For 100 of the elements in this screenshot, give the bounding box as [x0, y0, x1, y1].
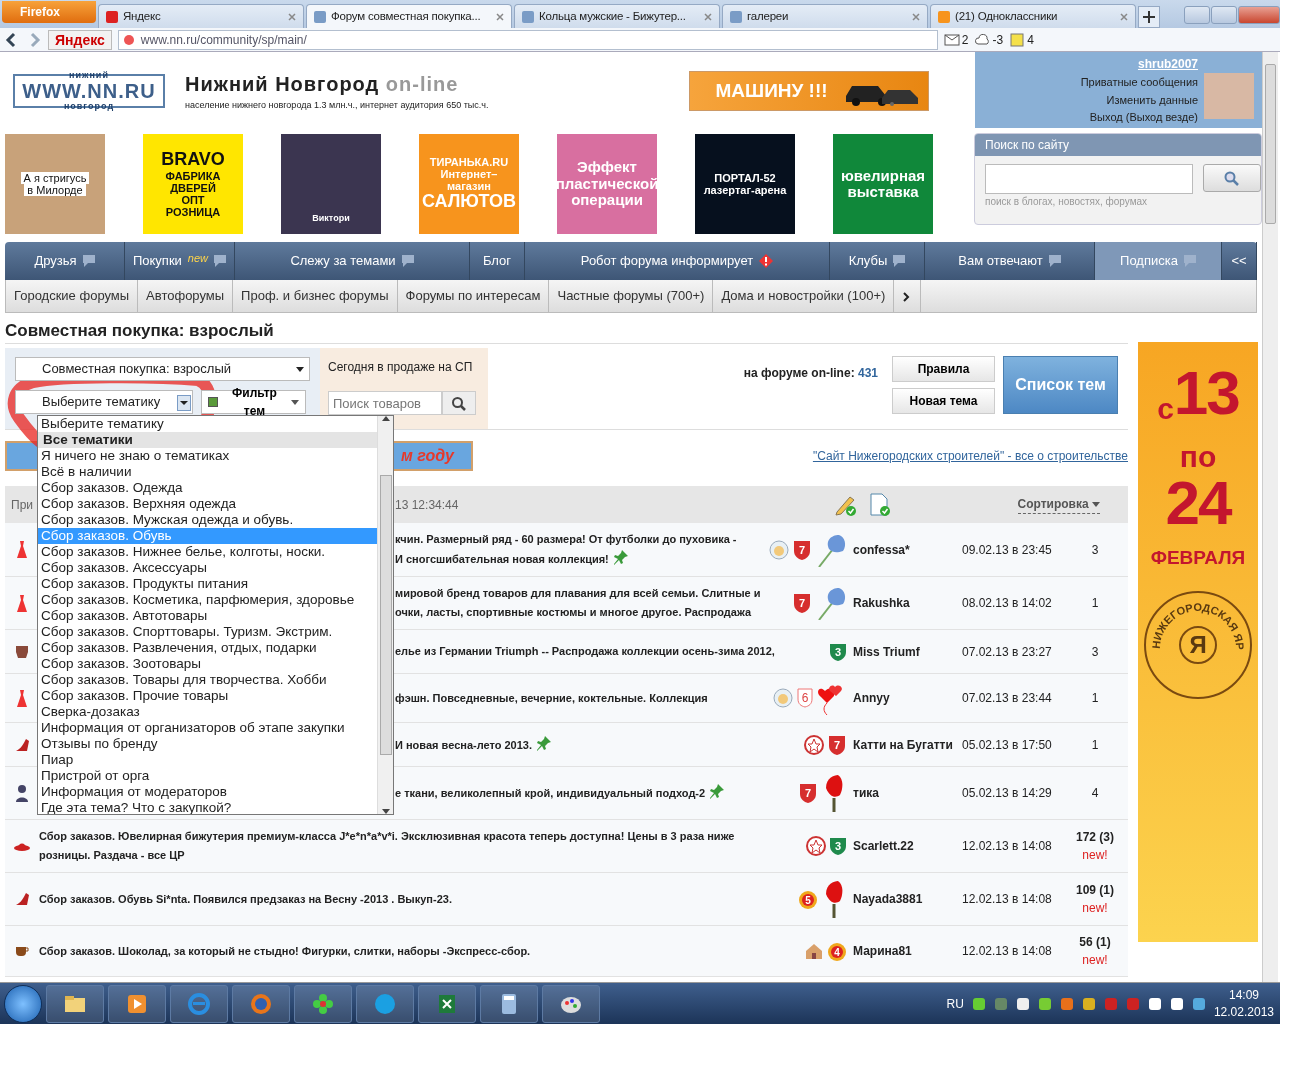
action-button[interactable]: Правила [892, 356, 995, 382]
promo-link[interactable]: "Сайт Нижегородских строителей" - все о строительстве [812, 447, 1128, 465]
taskbar-app[interactable] [294, 984, 352, 1023]
dropdown-option[interactable]: Сбор заказов. Прочие товары [38, 688, 377, 704]
author-link[interactable]: Rakushka [853, 596, 910, 610]
dropdown-option[interactable]: Отзывы по бренду [38, 736, 377, 752]
topic-link[interactable]: И сногсшибательная новая коллекция! [395, 553, 609, 565]
dropdown-option[interactable]: Сбор заказов. Зоотовары [38, 656, 377, 672]
dropdown-option[interactable]: Всё в наличии [38, 464, 377, 480]
topic-link[interactable]: Сбор заказов. Обувь Si*nta. Появился предзаказ на Весну -2013 . Выкуп-23. [39, 889, 751, 909]
topic-link[interactable]: мировой бренд товаров для плавания для всей семьи. Слитные и [395, 587, 761, 599]
section-select[interactable]: Совместная покупка: взрослый [15, 357, 310, 381]
dropdown-option[interactable]: Сбор заказов. Товары для творчества. Хобби [38, 672, 377, 688]
forum-tab[interactable]: Проф. и бизнес форумы [233, 280, 398, 312]
action-button[interactable]: Новая тема [892, 388, 995, 414]
author-link[interactable]: Nayada3881 [853, 892, 923, 906]
product-search-field[interactable]: Поиск товаров [328, 391, 442, 415]
search-field[interactable] [985, 164, 1193, 194]
forum-tab[interactable]: Городские форумы [6, 280, 139, 312]
browser-tab[interactable]: (21) Одноклассники [930, 4, 1136, 28]
note-icon[interactable] [1009, 31, 1026, 48]
logout-all-link[interactable]: (Выход везде) [1125, 111, 1198, 123]
dropdown-option[interactable]: Где эта тема? Что с закупкой? [38, 800, 377, 814]
browser-tab[interactable]: Кольца мужские - Бижутер... [514, 4, 720, 28]
address-bar[interactable]: www.nn.ru/community/sp/main/ [117, 29, 938, 50]
author-link[interactable]: Miss Triumf [853, 644, 920, 659]
dropdown-option[interactable]: Информация от организаторов об этапе закупки [38, 720, 377, 736]
dropdown-option[interactable]: Сбор заказов. Развлечения, отдых, подарки [38, 640, 377, 656]
maximize-button[interactable] [1211, 6, 1237, 24]
home-button[interactable]: Яндекс [48, 29, 112, 50]
ad-banner[interactable]: А я стригусь в Милорде [5, 134, 105, 234]
mail-icon[interactable] [943, 31, 960, 48]
author-link[interactable]: Scarlett.22 [853, 839, 914, 853]
taskbar-app[interactable] [542, 984, 600, 1023]
close-icon[interactable] [703, 11, 713, 22]
dropdown-option[interactable]: Сбор заказов. Автотовары [38, 608, 377, 624]
dropdown-option[interactable]: Сбор заказов. Продукты питания [38, 576, 377, 592]
dropdown-option[interactable]: Я ничего не знаю о тематиках [38, 448, 377, 464]
taskbar-app[interactable] [356, 984, 414, 1023]
dropdown-option[interactable]: Информация от модераторов [38, 784, 377, 800]
taskbar-app[interactable] [480, 984, 538, 1023]
close-icon[interactable] [287, 11, 297, 22]
forum-tab[interactable]: Дома и новостройки (100+) [713, 280, 895, 312]
author-link[interactable]: Марина81 [853, 944, 912, 958]
browser-tab[interactable]: Форум совместная покупка... [306, 4, 512, 28]
forum-tab[interactable]: Форумы по интересам [397, 280, 550, 312]
dropdown-option[interactable]: Выберите тематику [38, 416, 377, 432]
search-button[interactable] [1203, 164, 1261, 192]
browser-tab[interactable]: Яндекс [98, 4, 304, 28]
language-indicator[interactable]: RU [946, 994, 964, 1013]
topic-link[interactable]: елье из Германии Triumph -- Распродажа коллекции осень-зима 2012, [395, 645, 775, 657]
topic-link[interactable]: е ткани, великолепный крой, индивидуальный подход-2 [395, 787, 706, 799]
ad-banner[interactable]: BRAVO ФАБРИКА ДВЕРЕЙ ОПТ РОЗНИЦА [143, 134, 243, 234]
scrollbar[interactable] [1262, 52, 1278, 982]
dropdown-option[interactable]: Сбор заказов. Косметика, парфюмерия, здоровье [38, 592, 377, 608]
topic-select[interactable]: Выберите тематику [15, 390, 193, 414]
ad-banner[interactable]: ПОРТАЛ-52 лазертаг-арена [695, 134, 795, 234]
dropdown-option[interactable]: Сбор заказов. Верхняя одежда [38, 496, 377, 512]
group-heading[interactable]: Все тематики [38, 432, 377, 448]
taskbar-app[interactable] [418, 984, 476, 1023]
clock[interactable]: 14:09 12.02.2013 [1213, 986, 1274, 1021]
close-icon[interactable] [495, 11, 505, 22]
ad-banner[interactable]: Виктори [281, 134, 381, 234]
section-link[interactable]: Совместная покупка [5, 321, 179, 340]
dropdown-option[interactable]: Сбор заказов. Нижнее белье, колготы, носки. [38, 544, 377, 560]
taskbar-app[interactable] [46, 984, 104, 1023]
author-link[interactable]: Annyy [853, 691, 890, 705]
dropdown-option[interactable]: Пиар [38, 752, 377, 768]
dropdown-option[interactable]: Сбор заказов. Одежда [38, 480, 377, 496]
minimize-button[interactable] [1184, 6, 1210, 24]
start-button[interactable] [4, 984, 42, 1023]
cloud-icon[interactable] [974, 31, 991, 48]
browser-tab[interactable]: галереи [722, 4, 928, 28]
close-button[interactable] [1238, 6, 1280, 24]
new-tab-icon[interactable] [1138, 6, 1160, 28]
dropdown-option[interactable]: Пристрой от орга [38, 768, 377, 784]
topic-link[interactable]: фэшн. Повседневные, вечерние, коктельные. Коллекция [395, 691, 708, 704]
sort-dropdown[interactable]: Сортировка [1017, 495, 1100, 514]
user-link[interactable]: Приватные сообщения [1080, 74, 1198, 91]
forum-tab[interactable]: Автофорумы [138, 280, 234, 312]
topic-link[interactable]: кчин. Размерный ряд - 60 размера! От футболки до пуховика - [395, 533, 737, 545]
scroll-thumb[interactable] [379, 475, 392, 755]
topic-dropdown-menu[interactable] [37, 415, 394, 815]
taskbar-app[interactable] [108, 984, 166, 1023]
document-icon[interactable] [867, 492, 892, 517]
search-button[interactable] [442, 391, 476, 415]
close-icon[interactable] [911, 11, 921, 22]
dropdown-option[interactable]: Сбор заказов. Мужская одежда и обувь. [38, 512, 377, 528]
topic-link[interactable]: Сбор заказов. Шоколад, за который не стыдно! Фигурки, слитки, наборы -Экспресс-сбор. [39, 941, 751, 961]
dropdown-option[interactable]: Сбор заказов. Спорттовары. Туризм. Экстрим. [38, 624, 377, 640]
ad-banner[interactable]: ювелирная выставка [833, 134, 933, 234]
topic-link[interactable]: очки, ласты, спортивные костюмы и многое другое. Распродажа [395, 606, 751, 618]
forum-tab[interactable]: Частные форумы (700+) [549, 280, 714, 312]
online-count-link[interactable]: 431 [857, 366, 878, 380]
taskbar-app[interactable] [232, 984, 290, 1023]
dropdown-option[interactable]: Сверка-дозаказ [38, 704, 377, 720]
filter-button[interactable]: Фильтр тем [201, 390, 306, 414]
close-icon[interactable] [1119, 11, 1129, 22]
logout-link[interactable]: Выход [1089, 111, 1123, 123]
topic-link[interactable]: Сбор заказов. Ювелирная бижутерия премиум-класса J*e*n*a*v*i. Эксклюзивная красота теперь доступна! Цены в 3 раза ниже розницы. Раздача - все ЦР [39, 827, 751, 865]
